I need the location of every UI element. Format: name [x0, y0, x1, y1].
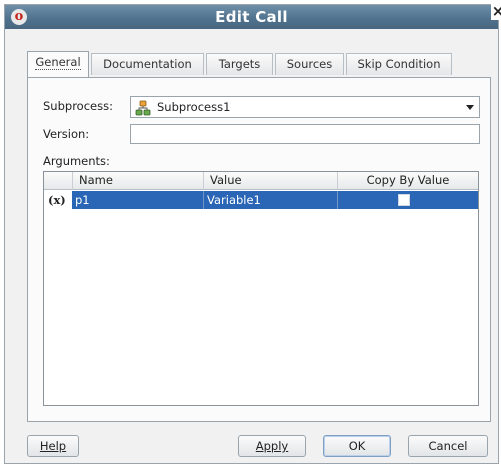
copy-by-value-cell[interactable] [337, 191, 478, 209]
apply-button[interactable]: Apply [238, 435, 306, 457]
column-header-value[interactable]: Value [203, 172, 337, 190]
subprocess-value: Subprocess1 [157, 100, 231, 114]
tab-general[interactable]: General [27, 51, 89, 77]
chevron-down-icon[interactable] [466, 105, 474, 110]
tab-strip: General Documentation Targets Sources Sk… [27, 51, 491, 77]
arguments-label: Arguments: [43, 154, 110, 168]
edit-call-dialog: o Edit Call General Documentation Target… [4, 4, 499, 464]
subprocess-icon [135, 100, 151, 116]
cancel-button[interactable]: Cancel [408, 435, 488, 457]
general-panel: Subprocess: Subprocess1 Version: Argumen… [27, 77, 491, 422]
version-input[interactable] [130, 124, 480, 144]
column-header-copy-by-value[interactable]: Copy By Value [337, 172, 478, 190]
subprocess-label: Subprocess: [43, 99, 113, 113]
tab-skip-condition[interactable]: Skip Condition [346, 53, 452, 75]
version-label: Version: [43, 127, 90, 141]
help-button[interactable]: Help [27, 435, 79, 457]
table-header: Name Value Copy By Value [44, 172, 478, 190]
arguments-table: Name Value Copy By Value (x) p1 Variable… [43, 171, 479, 406]
title-bar[interactable]: o Edit Call [5, 5, 498, 29]
argument-name-cell[interactable]: p1 [72, 191, 203, 209]
tab-documentation[interactable]: Documentation [91, 53, 204, 75]
dialog-title: Edit Call [215, 8, 288, 26]
close-icon[interactable]: × [491, 2, 501, 20]
tab-targets[interactable]: Targets [206, 53, 273, 75]
argument-value-cell[interactable]: Variable1 [203, 191, 337, 209]
column-header-name[interactable]: Name [72, 172, 203, 190]
tab-sources[interactable]: Sources [275, 53, 344, 75]
variable-icon: (x) [48, 193, 66, 207]
table-row[interactable]: (x) p1 Variable1 [44, 191, 478, 209]
subprocess-select[interactable]: Subprocess1 [130, 96, 480, 118]
copy-by-value-checkbox[interactable] [398, 194, 410, 206]
ok-button[interactable]: OK [323, 435, 391, 457]
